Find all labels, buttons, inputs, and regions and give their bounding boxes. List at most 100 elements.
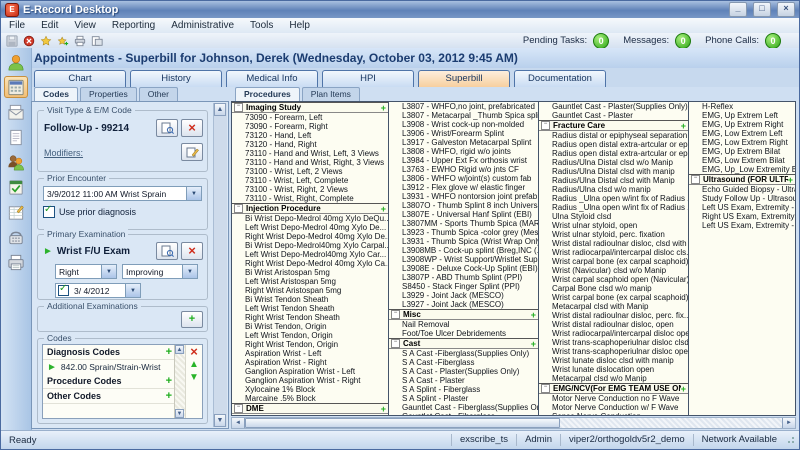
procedure-item[interactable]: 73110 - Hand and Wrist, Right, 3 Views bbox=[232, 158, 388, 167]
procedure-item[interactable]: L3807MM - Sports Thumb Spica (MARA... bbox=[389, 219, 538, 228]
procedure-item[interactable]: Radius/Ulna Distal clsd with Manip bbox=[539, 176, 688, 185]
tab-hpi[interactable]: HPI bbox=[322, 70, 414, 87]
print-icon[interactable] bbox=[73, 34, 87, 47]
scrollbar-thumb[interactable] bbox=[245, 418, 560, 428]
procedure-item[interactable]: L3927 - Joint Jack (MESCO) bbox=[389, 300, 538, 309]
procedure-item[interactable]: Bi Wrist Tendon Sheath bbox=[232, 295, 388, 304]
left-panel-scrollbar[interactable]: ▲ ▼ bbox=[213, 103, 227, 427]
add-procedure-icon[interactable]: + bbox=[381, 205, 386, 213]
procedure-item[interactable]: Wrist carpal bone (ex carpal scaphoid)..… bbox=[539, 257, 688, 266]
procedure-item[interactable]: S A Cast - Plaster bbox=[389, 376, 538, 385]
move-code-down-button[interactable]: ▼ bbox=[189, 371, 199, 384]
procedure-item[interactable]: Wrist ulnar styloid, open bbox=[539, 221, 688, 230]
add-procedure-icon[interactable]: + bbox=[531, 311, 536, 319]
menu-item-edit[interactable]: Edit bbox=[33, 20, 66, 31]
procedure-item[interactable]: EMG, Up_Low Extremity Bilat bbox=[689, 165, 795, 174]
procedure-section-header[interactable]: −Cast+ bbox=[389, 338, 538, 349]
procedure-item[interactable]: L3806 - WHFO w/joint(s) custom fab bbox=[389, 174, 538, 183]
procedure-item[interactable]: Bi Wrist Aristospan 5mg bbox=[232, 268, 388, 277]
print-preview-icon[interactable] bbox=[90, 34, 104, 47]
left-tab-other[interactable]: Other bbox=[139, 87, 178, 101]
procedure-item[interactable]: Left Wrist Tendon, Origin bbox=[232, 331, 388, 340]
procedure-item[interactable]: Left Wrist Depo-Medrol 40mg Xylo De... bbox=[232, 223, 388, 232]
code-section-header[interactable]: Procedure Codes+ bbox=[43, 374, 174, 389]
sidebar-item-mail[interactable] bbox=[4, 101, 28, 123]
procedure-item[interactable]: Motor Nerve Conduction no F Wave bbox=[539, 394, 688, 403]
procedure-item[interactable]: 73110 - Hand and Wrist, Left, 3 Views bbox=[232, 149, 388, 158]
code-section-header[interactable]: Other Codes+ bbox=[43, 389, 174, 404]
procedures-h-scrollbar[interactable]: ◄ ► bbox=[231, 417, 796, 429]
add-exam-button[interactable]: + bbox=[181, 311, 203, 328]
menu-item-reporting[interactable]: Reporting bbox=[104, 20, 163, 31]
procedure-item[interactable]: EMG, Low Extrem Right bbox=[689, 138, 795, 147]
procedure-item[interactable]: L3908MB - Cock-up splint (Breg,INC (... bbox=[389, 246, 538, 255]
procedure-item[interactable]: Wrist radiocarpal/intercarpal disloc ope… bbox=[539, 329, 688, 338]
procedure-item[interactable]: L3908E - Deluxe Cock-Up Splint (EBI) bbox=[389, 264, 538, 273]
tab-medical-info[interactable]: Medical Info bbox=[226, 70, 318, 87]
procedure-item[interactable]: Radius/Ulna Distal clsd w/o Manip bbox=[539, 158, 688, 167]
sidebar-item-appointments[interactable] bbox=[4, 76, 28, 98]
scroll-up-icon[interactable]: ▲ bbox=[214, 103, 226, 116]
procedure-section-header[interactable]: −Injection Procedure+ bbox=[232, 203, 388, 214]
edit-modifiers-button[interactable] bbox=[181, 143, 203, 161]
procedure-item[interactable]: EMG, Up Extrem Left bbox=[689, 111, 795, 120]
menu-item-file[interactable]: File bbox=[1, 20, 33, 31]
left-tab-properties[interactable]: Properties bbox=[80, 87, 137, 101]
procedure-item[interactable]: L3931 - Thumb Spica (Wrist Wrap Only... bbox=[389, 237, 538, 246]
procedure-item[interactable]: 73110 - Wrist, Left, Complete bbox=[232, 176, 388, 185]
add-procedure-icon[interactable]: + bbox=[381, 405, 386, 413]
procedure-item[interactable]: Nail Removal bbox=[389, 320, 538, 329]
prior-encounter-select[interactable]: 3/9/2012 11:00 AM Wrist Sprain ▼ bbox=[43, 186, 202, 201]
procedure-item[interactable]: Radius/Ulna clsd w/o manip bbox=[539, 185, 688, 194]
add-code-icon[interactable]: + bbox=[166, 377, 172, 386]
procedure-item[interactable]: Carpal Bone clsd w/o manip bbox=[539, 284, 688, 293]
right-tab-plan-items[interactable]: Plan Items bbox=[302, 87, 360, 101]
procedure-item[interactable]: Bi Wrist Depo-Medrol40mg Xylo Carpal... bbox=[232, 241, 388, 250]
procedure-item[interactable]: S A Splint - Fiberglass bbox=[389, 385, 538, 394]
minimize-button[interactable]: _ bbox=[729, 2, 747, 17]
procedure-item[interactable]: Echo Guided Biopsy - Ultrasound bbox=[689, 185, 795, 194]
collapse-icon[interactable]: − bbox=[541, 121, 550, 130]
procedure-item[interactable]: Aspiration Wrist - Left bbox=[232, 349, 388, 358]
procedure-item[interactable]: Wrist distal radioulnar disloc, perc. fi… bbox=[539, 311, 688, 320]
tab-documentation[interactable]: Documentation bbox=[514, 70, 606, 87]
menu-item-tools[interactable]: Tools bbox=[242, 20, 281, 31]
procedure-item[interactable]: Xylocaine 1% Block bbox=[232, 385, 388, 394]
procedure-item[interactable]: Gauntlet Cast - Plaster bbox=[539, 111, 688, 120]
tab-superbill[interactable]: Superbill bbox=[418, 70, 510, 87]
procedure-item[interactable]: Wrist lunate disloc clsd with manip bbox=[539, 356, 688, 365]
tab-chart[interactable]: Chart bbox=[34, 70, 126, 87]
procedure-item[interactable]: EMG, Up Extrem Bilat bbox=[689, 147, 795, 156]
select-exam-button[interactable] bbox=[156, 242, 178, 260]
procedure-item[interactable]: L3908 - Wrist cock-up non-molded bbox=[389, 120, 538, 129]
favorites-add-icon[interactable] bbox=[56, 34, 70, 47]
procedure-item[interactable]: Left Wrist Tendon Sheath bbox=[232, 304, 388, 313]
procedure-item[interactable]: EMG, Low Extrem Left bbox=[689, 129, 795, 138]
sidebar-item-ledger[interactable] bbox=[4, 201, 28, 223]
move-code-up-button[interactable]: ▲ bbox=[189, 358, 199, 371]
add-procedure-icon[interactable]: + bbox=[681, 385, 686, 393]
procedure-item[interactable]: 73110 - Wrist, Right, Complete bbox=[232, 194, 388, 203]
procedure-item[interactable]: Metacarpal clsd with Manip bbox=[539, 302, 688, 311]
procedure-item[interactable]: Wrist carpal scaphoid open (Navicular) bbox=[539, 275, 688, 284]
add-procedure-icon[interactable]: + bbox=[681, 122, 686, 130]
procedure-item[interactable]: L3808 - WHFO, rigid w/o joints bbox=[389, 147, 538, 156]
procedure-item[interactable]: L3931 - WHFO nontorsion joint prefab bbox=[389, 192, 538, 201]
procedure-item[interactable]: 73120 - Hand, Left bbox=[232, 131, 388, 140]
procedure-item[interactable]: Radius/Ulna Distal clsd with manip bbox=[539, 167, 688, 176]
procedure-item[interactable]: L3984 - Upper Ext Fx orthosis wrist bbox=[389, 156, 538, 165]
procedure-item[interactable]: Aspiration Wrist - Right bbox=[232, 358, 388, 367]
scroll-left-icon[interactable]: ◄ bbox=[232, 418, 245, 428]
procedure-item[interactable]: Left US Exam, Extremity - Ultrasound bbox=[689, 221, 795, 230]
menu-item-help[interactable]: Help bbox=[281, 20, 318, 31]
procedure-item[interactable]: 73100 - Wrist, Right, 2 Views bbox=[232, 185, 388, 194]
procedure-item[interactable]: Radius distal or epiphyseal separation .… bbox=[539, 131, 688, 140]
procedure-item[interactable]: Radius _Ulna open w/int fix of Radius ..… bbox=[539, 194, 688, 203]
procedure-item[interactable]: S A Splint - Plaster bbox=[389, 394, 538, 403]
procedure-item[interactable]: Foot/Toe Ulcer Debridements bbox=[389, 329, 538, 338]
modifiers-link[interactable]: Modifiers: bbox=[44, 148, 83, 158]
right-tab-procedures[interactable]: Procedures bbox=[235, 87, 300, 101]
procedure-item[interactable]: L3917 - Galveston Metacarpal Splint bbox=[389, 138, 538, 147]
cancel-icon[interactable] bbox=[22, 34, 36, 47]
sidebar-item-tasks[interactable] bbox=[4, 176, 28, 198]
